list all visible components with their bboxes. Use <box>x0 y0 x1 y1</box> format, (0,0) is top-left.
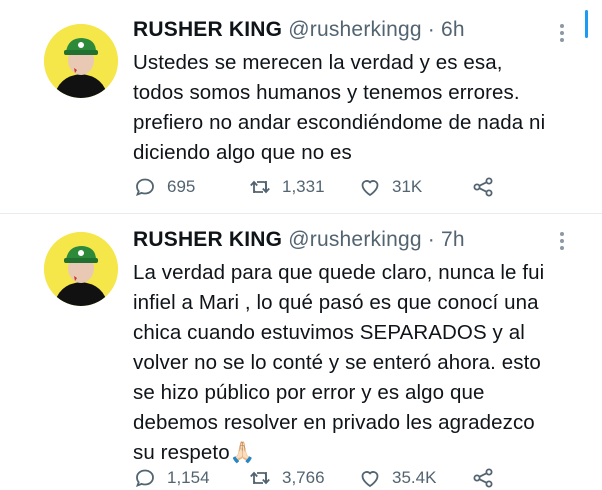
tweet[interactable]: RUSHER KING @rusherkingg · 7h La verdad … <box>0 216 602 488</box>
share-button[interactable] <box>471 175 505 199</box>
tweet-text-line: chica cuando estuvimos SEPARADOS y al <box>133 321 525 344</box>
tweet-text-line: diciendo algo que no es <box>133 141 352 164</box>
avatar[interactable] <box>44 24 118 98</box>
tweet[interactable]: RUSHER KING @rusherkingg · 6h Ustedes se… <box>0 0 602 214</box>
tweet-header: RUSHER KING @rusherkingg · 7h <box>133 228 465 252</box>
author-handle[interactable]: @rusherkingg <box>288 18 421 41</box>
tweet-text-line: todos somos humanos y tenemos errores. <box>133 81 520 104</box>
retweet-count: 1,331 <box>282 177 325 196</box>
reply-icon <box>135 178 154 197</box>
tweet-text: La verdad para que quede claro, nunca le… <box>133 258 583 468</box>
tweet-actions: 695 1,331 31K <box>133 175 593 199</box>
tweet-text: Ustedes se merecen la verdad y es esa, t… <box>133 48 573 168</box>
separator-dot: · <box>427 228 435 251</box>
tweet-text-line: prefiero no andar escondiéndome de nada … <box>133 111 546 134</box>
tweet-header: RUSHER KING @rusherkingg · 6h <box>133 18 465 42</box>
retweet-button[interactable]: 1,331 <box>248 175 325 199</box>
share-button[interactable] <box>471 466 505 490</box>
more-options-icon[interactable] <box>560 24 564 45</box>
heart-icon <box>361 180 379 197</box>
timestamp[interactable]: 7h <box>441 228 465 251</box>
tweet-text-line: se hizo público por error y es algo que <box>133 381 485 404</box>
like-button[interactable]: 31K <box>358 175 422 199</box>
separator-dot: · <box>427 18 435 41</box>
tweet-text-line: infiel a Mari , lo qué pasó es que conoc… <box>133 291 539 314</box>
tweet-text-line: Ustedes se merecen la verdad y es esa, <box>133 51 503 74</box>
more-options-icon[interactable] <box>560 232 564 253</box>
tweet-divider <box>0 213 602 214</box>
tweet-actions: 1,154 3,766 35.4K <box>133 466 593 490</box>
timestamp[interactable]: 6h <box>441 18 465 41</box>
share-icon <box>473 177 493 197</box>
reply-icon <box>135 469 154 488</box>
like-count: 35.4K <box>392 468 437 487</box>
reply-button[interactable]: 1,154 <box>133 466 210 490</box>
tweet-text-line: La verdad para que quede claro, nunca le… <box>133 261 545 284</box>
like-count: 31K <box>392 177 423 196</box>
avatar[interactable] <box>44 232 118 306</box>
author-handle[interactable]: @rusherkingg <box>288 228 421 251</box>
reply-button[interactable]: 695 <box>133 175 195 199</box>
retweet-button[interactable]: 3,766 <box>248 466 325 490</box>
author-name[interactable]: RUSHER KING <box>133 18 282 41</box>
retweet-icon <box>250 471 270 485</box>
retweet-icon <box>250 180 270 194</box>
heart-icon <box>361 471 379 488</box>
share-icon <box>473 468 493 488</box>
tweet-text-line: debemos resolver en privado les agradezc… <box>133 411 535 434</box>
tweet-text-line: su respeto🙏🏻 <box>133 441 256 464</box>
like-button[interactable]: 35.4K <box>358 466 436 490</box>
tweet-text-line: volver no se lo conté y se enteró ahora.… <box>133 351 541 374</box>
author-name[interactable]: RUSHER KING <box>133 228 282 251</box>
reply-count: 1,154 <box>167 468 210 487</box>
retweet-count: 3,766 <box>282 468 325 487</box>
reply-count: 695 <box>167 177 196 196</box>
